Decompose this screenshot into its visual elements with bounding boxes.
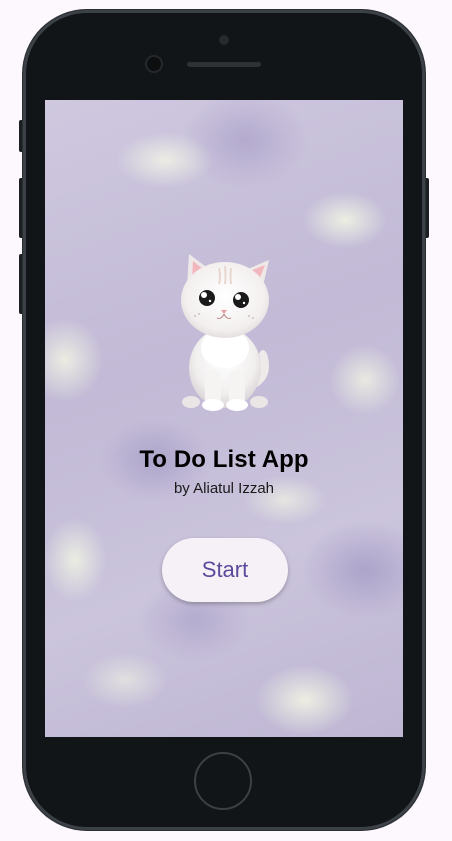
device-frame: To Do List App by Aliatul Izzah Start [0, 0, 452, 841]
app-title: To Do List App [139, 446, 309, 473]
app-screen: To Do List App by Aliatul Izzah Start [45, 100, 403, 737]
start-button[interactable]: Start [162, 538, 288, 602]
front-camera [147, 57, 161, 71]
home-button[interactable] [194, 752, 252, 810]
kitten-illustration [181, 254, 269, 411]
proximity-sensor [219, 35, 229, 45]
earpiece-speaker [187, 62, 261, 67]
author-subtitle: by Aliatul Izzah [173, 480, 275, 497]
background-image [45, 100, 403, 737]
